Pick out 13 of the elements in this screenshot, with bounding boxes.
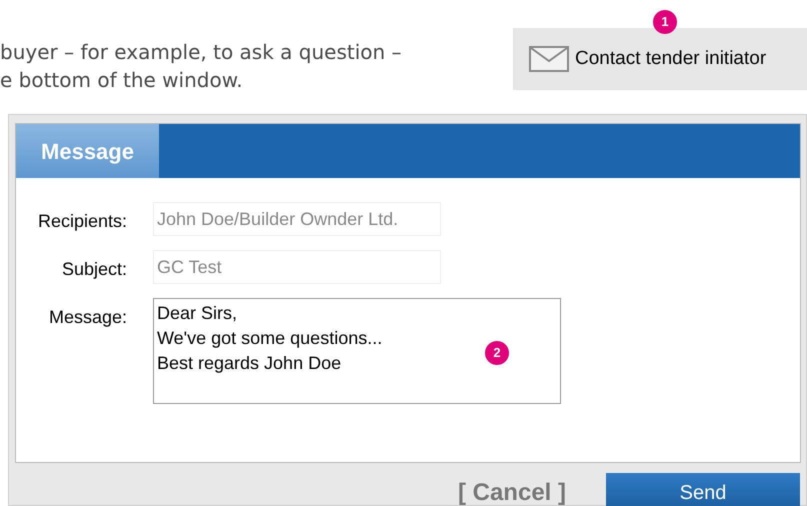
callout-badge: 1 xyxy=(653,10,677,34)
intro-text: buyer – for example, to ask a question – xyxy=(0,39,402,66)
input-field[interactable]: John Doe/Builder Ownder Ltd. xyxy=(153,202,441,236)
field-label: Subject: xyxy=(60,258,127,281)
field-label: Message: xyxy=(48,306,127,329)
callout-badge: 2 xyxy=(485,341,509,365)
cancel-link[interactable]: [ Cancel ] xyxy=(458,475,566,506)
send-button[interactable]: Send xyxy=(606,473,800,506)
input-field[interactable]: GC Test xyxy=(153,250,441,284)
field-label: Recipients: xyxy=(36,210,127,233)
message-tab[interactable]: Message xyxy=(16,124,159,178)
intro-text: e bottom of the window. xyxy=(0,67,244,94)
envelope-icon xyxy=(529,46,569,72)
